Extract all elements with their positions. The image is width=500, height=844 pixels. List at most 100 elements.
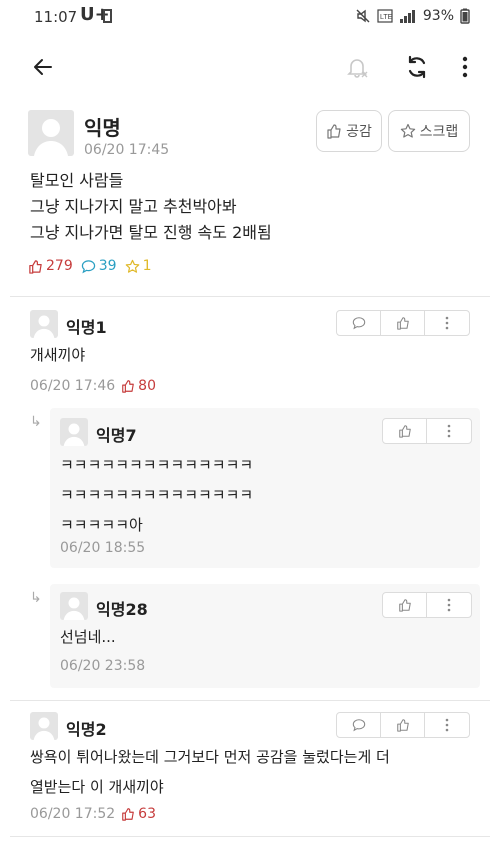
comment-line: 열받는다 이 개새끼야 — [30, 778, 164, 796]
comment-line: 쌍욕이 튀어나왔는데 그거보다 먼저 공감을 눌렀다는게 더 — [30, 748, 390, 766]
like-count-value: 279 — [46, 258, 73, 274]
divider — [10, 700, 490, 701]
arrow-left-icon — [34, 59, 52, 75]
signal-icon — [399, 10, 415, 23]
comment-author: 익명2 — [66, 720, 107, 739]
comment-like-button[interactable] — [383, 593, 427, 617]
avatar — [30, 310, 58, 338]
comment-date: 06/20 23:58 — [60, 658, 146, 674]
svg-text:LTE: LTE — [380, 14, 393, 21]
scrap-count: 1 — [125, 258, 151, 274]
comment-line: ㅋㅋㅋㅋㅋㅋㅋㅋㅋㅋㅋㅋㅋㅋ — [60, 456, 254, 474]
thumbs-up-icon — [398, 599, 411, 612]
status-time: 11:07 — [34, 8, 78, 26]
thumbs-up-icon — [122, 380, 134, 393]
more-button[interactable] — [448, 50, 482, 84]
refresh-button[interactable] — [400, 50, 434, 84]
comment-text: 개새끼야 — [30, 340, 85, 370]
comment-like-button[interactable] — [383, 419, 427, 443]
reply-arrow-icon: ↳ — [30, 590, 42, 606]
comment-like-count: 80 — [121, 378, 156, 394]
default-avatar-icon — [63, 423, 85, 446]
battery-icon — [460, 8, 470, 24]
comment-like-value: 80 — [138, 378, 156, 394]
comment-line: ㅋㅋㅋㅋㅋ아 — [60, 516, 143, 534]
comment-meta: 06/20 18:55 — [60, 540, 145, 556]
comment-like-button[interactable] — [381, 713, 425, 737]
comment-author: 익명28 — [96, 600, 148, 619]
comment-line: 선넘네... — [60, 628, 116, 646]
comment-actions — [336, 712, 470, 738]
reply-button[interactable] — [337, 713, 381, 737]
comment-count-value: 39 — [98, 258, 117, 274]
scrap-button[interactable]: 스크랩 — [388, 110, 470, 152]
comment-icon — [81, 259, 95, 273]
reply-button[interactable] — [337, 311, 381, 335]
comment-more-button[interactable] — [427, 419, 471, 443]
thumbs-up-icon — [398, 425, 411, 438]
star-icon — [400, 123, 415, 138]
notification-button[interactable] — [340, 50, 374, 84]
avatar — [28, 110, 74, 156]
comment-text: ㅋㅋㅋㅋㅋㅋㅋㅋㅋㅋㅋㅋㅋㅋ ㅋㅋㅋㅋㅋㅋㅋㅋㅋㅋㅋㅋㅋㅋ ㅋㅋㅋㅋㅋ아 — [60, 450, 253, 540]
article-body: 탈모인 사람들 그냥 지나가지 말고 추천박아봐 그냥 지나가면 탈모 진행 속… — [30, 168, 272, 246]
thumbs-up-icon — [396, 719, 409, 732]
comment-text: 쌍욕이 튀어나왔는데 그거보다 먼저 공감을 눌렀다는게 더 열받는다 이 개새… — [30, 742, 390, 802]
like-count: 279 — [28, 258, 73, 274]
more-vertical-icon — [445, 718, 449, 732]
comment-line: ㅋㅋㅋㅋㅋㅋㅋㅋㅋㅋㅋㅋㅋㅋ — [60, 486, 254, 504]
star-icon — [125, 259, 139, 273]
article-line: 그냥 지나가면 탈모 진행 속도 2배됨 — [30, 223, 272, 242]
refresh-icon — [408, 55, 426, 79]
thumbs-up-icon — [122, 808, 134, 821]
thumbs-up-icon — [29, 259, 42, 274]
avatar — [30, 712, 58, 740]
comment-icon — [352, 719, 365, 732]
comment-text: 선넘네... — [60, 622, 116, 652]
scrap-label: 스크랩 — [419, 124, 459, 140]
like-button[interactable]: 공감 — [316, 110, 382, 152]
comment-actions — [382, 418, 472, 444]
toolbar — [0, 40, 500, 94]
article-date: 06/20 17:45 — [84, 142, 170, 158]
comment-like-count: 63 — [121, 806, 156, 822]
more-vertical-icon — [447, 598, 451, 612]
comment-date: 06/20 17:46 — [30, 378, 116, 394]
comment-like-value: 63 — [138, 806, 156, 822]
comment-author: 익명1 — [66, 318, 107, 337]
comment-more-button[interactable] — [425, 713, 469, 737]
comment-icon — [352, 317, 365, 330]
comment-more-button[interactable] — [427, 593, 471, 617]
comment-more-button[interactable] — [425, 311, 469, 335]
reply-arrow-icon: ↳ — [30, 414, 42, 430]
article-line: 탈모인 사람들 — [30, 171, 124, 190]
comment-like-button[interactable] — [381, 311, 425, 335]
default-avatar-icon — [63, 597, 85, 620]
status-right: LTE 93% — [355, 8, 470, 24]
like-label: 공감 — [346, 124, 372, 140]
comment-meta: 06/20 23:58 — [60, 658, 145, 674]
comment-meta: 06/20 17:52 63 — [30, 806, 156, 822]
back-button[interactable] — [26, 50, 60, 84]
comment-author: 익명7 — [96, 426, 137, 445]
comment-count: 39 — [81, 258, 117, 274]
default-avatar-icon — [34, 119, 68, 156]
divider — [10, 836, 490, 837]
article-author: 익명 — [84, 116, 121, 140]
reply-item: 익명7 ㅋㅋㅋㅋㅋㅋㅋㅋㅋㅋㅋㅋㅋㅋ ㅋㅋㅋㅋㅋㅋㅋㅋㅋㅋㅋㅋㅋㅋ ㅋㅋㅋㅋㅋ아… — [50, 408, 480, 568]
avatar — [60, 592, 88, 620]
battery-text: 93% — [422, 8, 454, 24]
comment-date: 06/20 18:55 — [60, 540, 146, 556]
more-vertical-icon — [447, 424, 451, 438]
comment-actions — [382, 592, 472, 618]
more-vertical-icon — [462, 56, 468, 78]
comment-actions — [336, 310, 470, 336]
sim-icon — [103, 9, 112, 23]
more-vertical-icon — [445, 316, 449, 330]
bell-off-icon — [347, 59, 368, 78]
thumbs-up-icon — [396, 317, 409, 330]
default-avatar-icon — [33, 717, 55, 740]
status-bar: 11:07 U+ LTE 93% — [0, 0, 500, 34]
reply-item: 익명28 선넘네... 06/20 23:58 — [50, 584, 480, 688]
article-stats: 279 39 1 — [28, 258, 151, 274]
